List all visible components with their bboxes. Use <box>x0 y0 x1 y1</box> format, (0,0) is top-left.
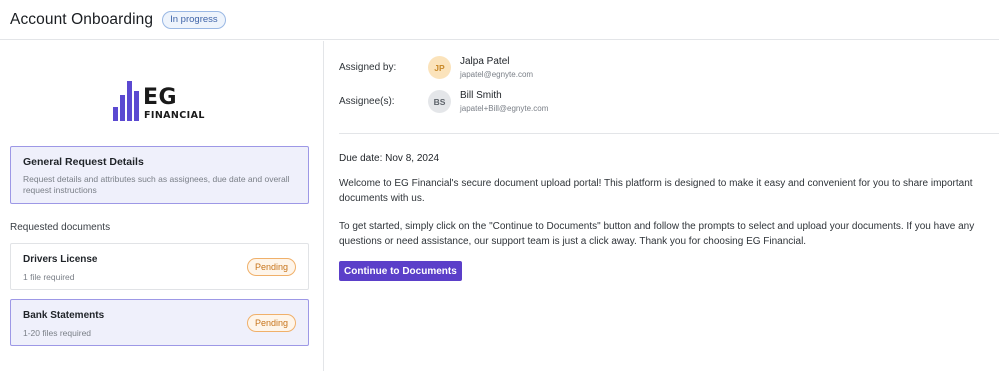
left-panel: EG FINANCIAL General Request Details Req… <box>0 41 324 371</box>
assigned-by-row: Assigned by: JP Jalpa Patel japatel@egny… <box>339 56 533 79</box>
requested-documents-label: Requested documents <box>10 222 111 233</box>
assignees-row: Assignee(s): BS Bill Smith japatel+Bill@… <box>339 90 548 113</box>
welcome-text: Welcome to EG Financial's secure documen… <box>339 178 973 204</box>
assigned-by-label: Assigned by: <box>339 62 397 73</box>
pending-badge: Pending <box>246 314 296 332</box>
assigner-name: Jalpa Patel <box>460 56 510 67</box>
page-title: Account Onboarding <box>10 10 154 28</box>
pending-badge: Pending <box>246 258 296 276</box>
document-card-drivers-license[interactable]: Drivers License 1 file required Pending <box>10 243 309 290</box>
page-header: Account Onboarding In progress <box>0 0 999 40</box>
general-request-title: General Request Details <box>23 156 144 168</box>
assignees-label: Assignee(s): <box>339 96 395 107</box>
avatar: BS <box>428 90 451 113</box>
assignee-email: japatel+Bill@egnyte.com <box>460 104 549 113</box>
document-card-bank-statements[interactable]: Bank Statements 1-20 files required Pend… <box>10 299 309 346</box>
general-request-details-card[interactable]: General Request Details Request details … <box>10 146 309 204</box>
logo-bar <box>113 107 118 121</box>
status-badge: In progress <box>162 10 226 29</box>
avatar: JP <box>428 56 451 79</box>
logo-brand: EG <box>143 85 178 110</box>
general-request-description: Request details and attributes such as a… <box>23 174 290 195</box>
assigner-email: japatel@egnyte.com <box>460 70 534 79</box>
due-date: Due date: Nov 8, 2024 <box>339 153 440 164</box>
instructions-text: To get started, simply click on the "Con… <box>339 221 975 247</box>
assigner-info: Jalpa Patel japatel@egnyte.com <box>460 56 533 79</box>
logo-subtitle: FINANCIAL <box>144 110 205 121</box>
company-logo: EG FINANCIAL <box>113 77 213 123</box>
divider <box>339 133 999 134</box>
assignee-info: Bill Smith japatel+Bill@egnyte.com <box>460 90 548 113</box>
assignee-name: Bill Smith <box>460 90 502 101</box>
logo-bar <box>134 91 139 121</box>
right-panel: Assigned by: JP Jalpa Patel japatel@egny… <box>325 41 999 371</box>
continue-to-documents-button[interactable]: Continue to Documents <box>339 261 462 281</box>
logo-bar <box>127 81 132 121</box>
logo-bar <box>120 95 125 121</box>
